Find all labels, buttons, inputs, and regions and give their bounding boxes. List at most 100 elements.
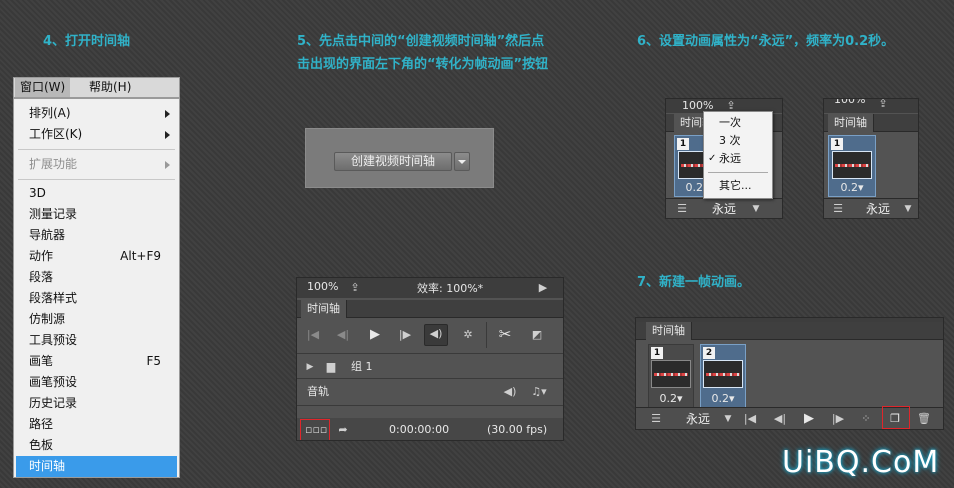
tab-timeline[interactable]: 时间轴 [301, 300, 347, 318]
menu-item-actions[interactable]: 动作 Alt+F9 [16, 246, 177, 267]
tween-icon[interactable]: ⁘ [858, 410, 874, 428]
share-icon[interactable]: ⇪ [876, 99, 890, 113]
video-timeline-panel: 100% ⇪ 效率: 100%* ▶ 时间轴 |◀ ◀| ▶ |▶ ◀) ✲ ✂… [296, 277, 564, 441]
thumbnail-content [706, 372, 740, 376]
loop-option-three-times[interactable]: 3 次 [719, 134, 741, 148]
help-menu[interactable]: 帮助(H) [84, 78, 136, 97]
menu-item-label: 时间轴 [29, 459, 66, 473]
menu-item-navigator[interactable]: 导航器 [16, 225, 177, 246]
audio-speaker-icon[interactable]: ◀) [502, 383, 518, 401]
step-7-title: 7、新建一帧动画。 [637, 275, 751, 290]
menu-item-swatches[interactable]: 色板 [16, 435, 177, 456]
loop-option-forever[interactable]: 永远 [719, 152, 741, 166]
split-scissors-icon[interactable]: ✂ [495, 325, 515, 343]
controls-bottom-separator [297, 353, 563, 354]
menu-item-label: 排列(A) [29, 106, 71, 120]
submenu-arrow-icon [165, 131, 170, 139]
convert-to-video-timeline-icon[interactable]: ☰ [830, 200, 846, 218]
step-6-title: 6、设置动画属性为“永远”，频率为0.2秒。 [637, 34, 895, 49]
animation-frame[interactable]: 1 0.2▾ [828, 135, 876, 197]
thumbnail-content [654, 372, 688, 376]
previous-frame-icon[interactable]: ◀| [335, 326, 351, 344]
music-note-menu-icon[interactable]: ♫▾ [527, 383, 551, 401]
menu-separator [18, 179, 175, 180]
step-4-title: 4、打开时间轴 [43, 34, 131, 49]
menu-item-3d[interactable]: 3D [16, 183, 177, 204]
loop-dropdown-arrow-icon[interactable]: ▼ [902, 200, 914, 218]
menu-item-label: 导航器 [29, 228, 66, 242]
loop-value: 永远 [866, 202, 891, 216]
menu-item-brush-presets[interactable]: 画笔预设 [16, 372, 177, 393]
menu-item-arrange[interactable]: 排列(A) [16, 103, 177, 124]
menu-item-shortcut: F5 [146, 354, 161, 368]
tab-timeline[interactable]: 时间轴 [828, 114, 874, 132]
menu-item-history[interactable]: 历史记录 [16, 393, 177, 414]
menu-item-timeline[interactable]: 时间轴 [16, 456, 177, 477]
menu-item-tool-presets[interactable]: 工具预设 [16, 330, 177, 351]
frame-thumbnail [651, 360, 691, 388]
menu-item-label: 仿制源 [29, 312, 66, 326]
animation-bottom-bar: ☰ 永远 ▼ [824, 198, 918, 218]
menu-item-clone-source[interactable]: 仿制源 [16, 309, 177, 330]
transition-icon[interactable]: ◩ [529, 326, 545, 344]
create-video-timeline-button[interactable]: 创建视频时间轴 [334, 152, 452, 171]
menu-item-extensions: 扩展功能 [16, 154, 177, 175]
go-to-first-frame-icon[interactable]: |◀ [305, 326, 321, 344]
menu-item-label: 画笔预设 [29, 375, 78, 389]
loop-options-select[interactable]: 永远 [866, 201, 890, 217]
loop-dropdown-arrow-icon[interactable]: ▼ [722, 410, 734, 428]
submenu-arrow-icon [165, 110, 170, 118]
menu-item-label: 测量记录 [29, 207, 78, 221]
expand-arrow-icon[interactable]: ▶ [537, 279, 549, 297]
menu-item-workspace[interactable]: 工作区(K) [16, 124, 177, 145]
share-icon[interactable]: ⇪ [347, 279, 363, 297]
loop-options-select[interactable]: 永远 [686, 411, 710, 427]
playback-settings-gear-icon[interactable]: ✲ [459, 326, 477, 344]
loop-option-once[interactable]: 一次 [719, 116, 741, 130]
frame-animation-panel-set: 100% ⇪ 时间轴 1 0.2▾ ☰ 永远 ▼ [823, 98, 919, 219]
window-menu[interactable]: 窗口(W) [15, 78, 71, 97]
menu-item-paragraph-styles[interactable]: 段落样式 [16, 288, 177, 309]
timeline-type-dropdown-button[interactable] [454, 152, 470, 171]
animation-frame[interactable]: 2 0.2▾ [700, 344, 746, 408]
submenu-arrow-icon [165, 161, 170, 169]
timeline-tab-bar: 时间轴 [824, 114, 918, 132]
frame-rate: (30.00 fps) [487, 423, 548, 436]
frame-number: 2 [703, 347, 715, 359]
audio-mute-icon[interactable]: ◀) [424, 324, 448, 346]
menu-item-label: 历史记录 [29, 396, 78, 410]
play-icon[interactable]: ▶ [802, 410, 816, 428]
convert-to-video-timeline-icon[interactable]: ☰ [674, 200, 690, 218]
efficiency-readout: 效率: 100%* [417, 282, 484, 295]
frame-delay-value: 0.2 [840, 181, 858, 194]
frame-delay-value: 0.2 [659, 392, 677, 405]
trash-icon[interactable]: 🗑 [916, 410, 932, 428]
menu-item-paragraph[interactable]: 段落 [16, 267, 177, 288]
next-frame-icon[interactable]: |▶ [830, 410, 846, 428]
loop-option-other[interactable]: 其它... [719, 179, 752, 193]
tab-timeline[interactable]: 时间轴 [646, 322, 692, 340]
select-first-frame-icon[interactable]: |◀ [742, 410, 758, 428]
play-icon[interactable]: ▶ [367, 326, 383, 344]
frame-delay[interactable]: 0.2▾ [649, 392, 693, 406]
render-video-arrow-icon[interactable]: ➦ [335, 421, 351, 439]
menu-item-paths[interactable]: 路径 [16, 414, 177, 435]
loop-dropdown-arrow-icon[interactable]: ▼ [750, 200, 762, 218]
menu-item-label: 路径 [29, 417, 54, 431]
frame-delay[interactable]: 0.2▾ [829, 181, 875, 195]
animation-frame[interactable]: 1 0.2▾ [648, 344, 694, 408]
menu-item-measurement-log[interactable]: 测量记录 [16, 204, 177, 225]
next-frame-icon[interactable]: |▶ [397, 326, 413, 344]
menu-separator [708, 172, 768, 173]
expand-group-triangle-icon[interactable]: ▶ [305, 358, 315, 376]
convert-to-video-timeline-icon[interactable]: ☰ [648, 410, 664, 428]
group-row-separator [297, 378, 563, 379]
menu-item-brush[interactable]: 画笔 F5 [16, 351, 177, 372]
checkmark-icon: ✓ [708, 153, 717, 164]
animation-bottom-bar: ☰ 永远 ▼ [666, 198, 782, 218]
previous-frame-icon[interactable]: ◀| [772, 410, 788, 428]
loop-options-select[interactable]: 永远 [712, 201, 736, 217]
status-strip: 100% ⇪ 效率: 100%* ▶ [297, 278, 563, 298]
frame-thumbnail [832, 151, 872, 179]
frame-delay[interactable]: 0.2▾ [701, 392, 745, 406]
